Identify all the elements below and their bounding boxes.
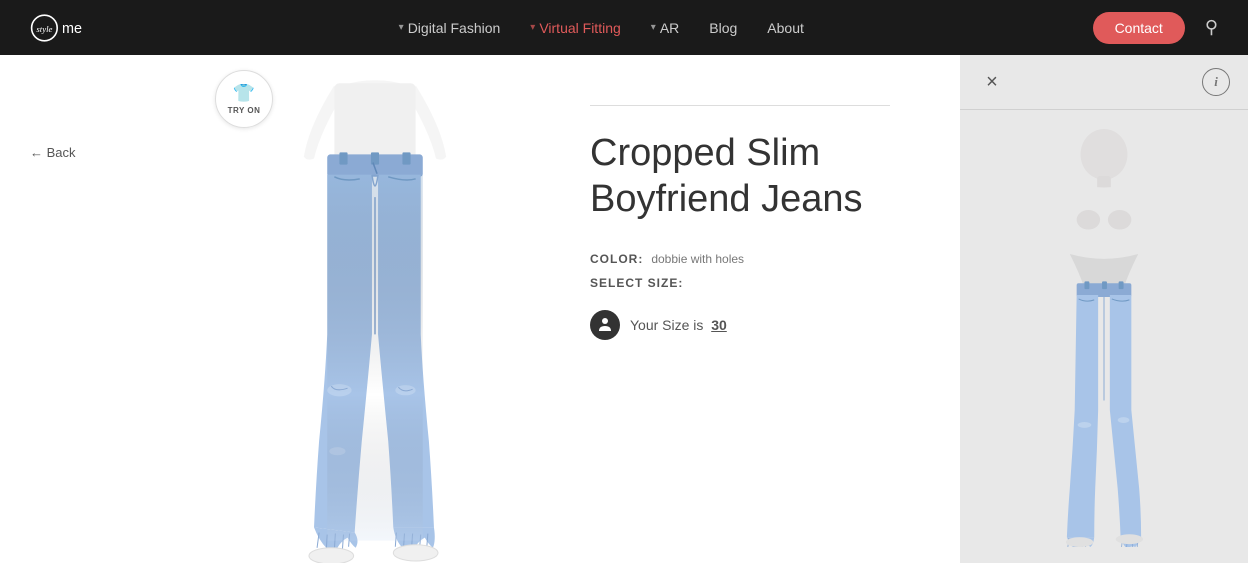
size-label: SELECT SIZE: <box>590 276 930 290</box>
chevron-down-icon: ▾ <box>399 22 404 33</box>
nav-right: Contact ⚲ <box>1093 12 1218 44</box>
logo-container: style me <box>30 10 110 46</box>
nav-virtual-fitting[interactable]: ▾ Virtual Fitting <box>530 20 620 36</box>
chevron-down-icon: ▾ <box>530 22 535 33</box>
nav-blog[interactable]: Blog <box>709 20 737 36</box>
size-recommendation: Your Size is 30 <box>590 310 930 340</box>
svg-text:me: me <box>62 20 82 36</box>
product-separator <box>590 105 890 106</box>
panel-top-bar: × i <box>960 55 1248 110</box>
avatar-mannequin <box>1014 127 1194 547</box>
contact-button[interactable]: Contact <box>1093 12 1185 44</box>
svg-text:style: style <box>36 24 52 34</box>
size-value: 30 <box>711 317 727 333</box>
nav-links: ▾ Digital Fashion ▾ Virtual Fitting ▾ AR… <box>110 20 1093 36</box>
nav-digital-fashion[interactable]: ▾ Digital Fashion <box>399 20 501 36</box>
color-row: COLOR: dobbie with holes <box>590 252 930 266</box>
main-content: ← Back 👕 TRY ON <box>0 55 1248 563</box>
search-icon[interactable]: ⚲ <box>1205 17 1218 38</box>
hanger-icon: 👕 <box>233 83 255 104</box>
info-button[interactable]: i <box>1202 68 1230 96</box>
color-value: dobbie with holes <box>651 252 744 266</box>
logo[interactable]: style me <box>30 10 110 46</box>
chevron-down-icon: ▾ <box>651 22 656 33</box>
product-details: Cropped Slim Boyfriend Jeans COLOR: dobb… <box>550 55 960 563</box>
navbar: style me ▾ Digital Fashion ▾ Virtual Fit… <box>0 0 1248 55</box>
product-image-area: 👕 TRY ON <box>200 55 550 563</box>
try-on-button[interactable]: 👕 TRY ON <box>215 70 273 128</box>
nav-ar[interactable]: ▾ AR <box>651 20 679 36</box>
product-image <box>200 65 550 563</box>
left-panel: ← Back 👕 TRY ON <box>0 55 960 563</box>
person-icon <box>590 310 620 340</box>
size-text: Your Size is 30 <box>630 317 727 333</box>
try-on-label: TRY ON <box>228 106 261 115</box>
back-link[interactable]: ← Back <box>30 145 76 160</box>
product-title: Cropped Slim Boyfriend Jeans <box>590 131 910 222</box>
close-button[interactable]: × <box>978 68 1006 96</box>
avatar-container <box>960 110 1248 563</box>
right-panel: × i <box>960 55 1248 563</box>
color-label: COLOR: <box>590 252 643 266</box>
nav-about[interactable]: About <box>767 20 804 36</box>
